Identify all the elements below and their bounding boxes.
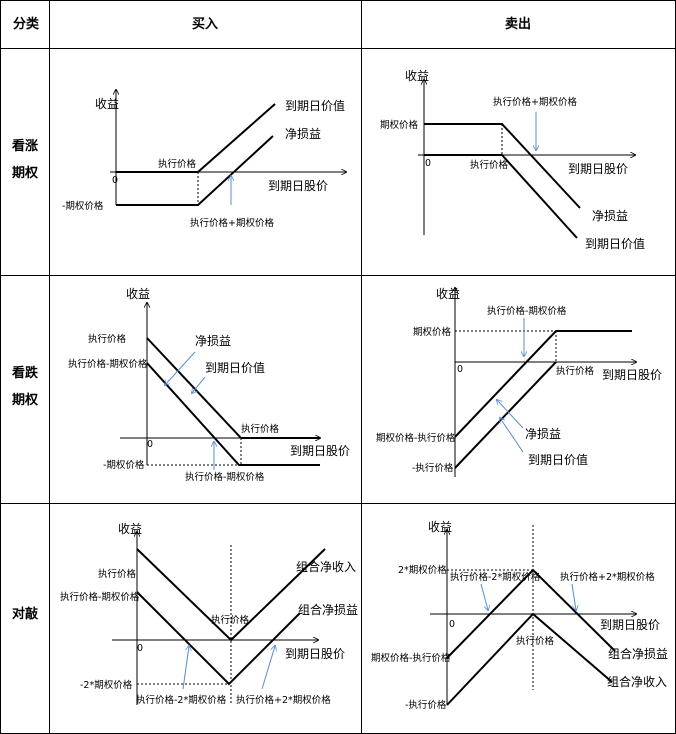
strike-minus-premium-label: 执行价格-期权价格 — [60, 591, 140, 603]
x-axis-label: 到期日股价 — [290, 444, 350, 458]
premium-minus-strike-label: 期权价格-执行价格 — [376, 432, 456, 444]
row-label-call-2: 期权 — [12, 165, 39, 181]
origin-label: 0 — [137, 643, 143, 654]
origin-label: 0 — [147, 439, 153, 450]
high-breakeven-arrow — [571, 583, 576, 610]
strike-minus-premium-label: 执行价格-期权价格 — [68, 358, 148, 370]
header-category: 分类 — [13, 16, 40, 32]
combo-pl-label: 组合净损益 — [608, 646, 668, 661]
y-axis-label: 收益 — [95, 97, 119, 111]
net-pl-label: 净损益 — [525, 427, 561, 441]
y-axis-label: 收益 — [118, 522, 142, 536]
x-axis-label: 到期日股价 — [602, 368, 662, 382]
x-axis-label: 到期日股价 — [568, 162, 628, 176]
y-axis-label: 收益 — [436, 287, 460, 301]
expiry-value-label: 到期日价值 — [205, 360, 265, 375]
combo-income-label: 组合净收入 — [607, 674, 667, 689]
premium-label: 期权价格 — [413, 326, 452, 338]
combo-income-label: 组合净收入 — [296, 559, 356, 574]
two-premium-label: 2*期权价格 — [398, 564, 447, 576]
low-breakeven-arrow — [480, 583, 488, 610]
y-axis-label: 收益 — [405, 69, 429, 83]
high-breakeven-label: 执行价格+2*期权价格 — [236, 694, 331, 706]
net-pl-line — [454, 330, 632, 438]
breakeven-label: 执行价格-期权价格 — [185, 471, 265, 483]
premium-label: 期权价格 — [380, 119, 419, 131]
expiry-value-label: 到期日价值 — [285, 98, 345, 113]
net-pl-line — [116, 135, 274, 206]
origin-label: 0 — [457, 364, 463, 375]
net-pl-label: 净损益 — [592, 209, 628, 223]
breakeven-label: 执行价格-期权价格 — [487, 305, 567, 317]
row-label-straddle: 对敲 — [12, 606, 39, 622]
strike-x-label: 执行价格 — [516, 635, 555, 647]
x-axis-label: 到期日股价 — [268, 179, 328, 193]
option-payoff-table: 分类 买入 卖出 看涨 期权 看跌 期权 对敲 收益 0 执行价格 -期权价格 … — [0, 0, 676, 734]
neg-2premium-label: -2*期权价格 — [80, 679, 133, 691]
row-label-put-1: 看跌 — [12, 365, 39, 381]
diagram-put-buy: 收益 0 执行价格 执行价格-期权价格 净损益 到期日价值 执行价格 到期日股价… — [68, 287, 350, 483]
origin-label: 0 — [425, 158, 431, 169]
diagram-straddle-buy: 收益 0 执行价格 执行价格-期权价格 组合净收入 组合净损益 执行价格 到期日… — [60, 522, 358, 706]
combo-income-line — [446, 612, 613, 706]
neg-premium-label: -期权价格 — [103, 459, 145, 471]
x-axis-label: 到期日股价 — [600, 618, 660, 632]
net-pl-arrow — [165, 351, 196, 385]
strike-label: 执行价格 — [158, 158, 197, 170]
low-breakeven-label: 执行价格-2*期权价格 — [136, 694, 227, 706]
high-breakeven-label: 执行价格+2*期权价格 — [560, 571, 655, 583]
low-breakeven-label: 执行价格-2*期权价格 — [450, 571, 541, 583]
expiry-value-arrow — [192, 376, 206, 393]
y-axis-label: 收益 — [428, 520, 452, 534]
net-pl-label: 净损益 — [195, 334, 231, 348]
low-breakeven-arrow — [182, 646, 189, 690]
strike-label: 执行价格 — [470, 159, 509, 171]
diagram-call-sell: 收益 0 期权价格 执行价格 执行价格+期权价格 到期日股价 净损益 到期日价值 — [380, 69, 645, 251]
header-sell: 卖出 — [505, 16, 531, 32]
breakeven-label: 执行价格+期权价格 — [493, 96, 577, 108]
y-axis-label: 收益 — [126, 287, 150, 301]
neg-strike-label: -执行价格 — [405, 699, 447, 711]
neg-strike-label: -执行价格 — [412, 462, 454, 474]
breakeven-label: 执行价格+期权价格 — [190, 217, 274, 229]
strike-label: 执行价格 — [88, 333, 127, 345]
x-axis-label: 到期日股价 — [285, 647, 345, 661]
diagram-call-buy: 收益 0 执行价格 -期权价格 执行价格+期权价格 到期日价值 净损益 到期日股… — [62, 90, 346, 229]
combo-pl-label: 组合净损益 — [298, 602, 358, 617]
combo-pl-line — [136, 591, 301, 686]
premium-minus-strike-label: 期权价格-执行价格 — [371, 652, 451, 664]
expiry-value-line — [146, 337, 320, 439]
origin-label: 0 — [449, 619, 455, 630]
expiry-value-label: 到期日价值 — [528, 452, 588, 467]
net-pl-arrow — [497, 400, 524, 429]
row-label-call-1: 看涨 — [12, 138, 38, 154]
neg-premium-label: -期权价格 — [62, 200, 104, 212]
diagram-put-sell: 收益 0 执行价格-期权价格 期权价格 执行价格 到期日股价 期权价格-执行价格… — [376, 287, 662, 477]
high-breakeven-arrow — [261, 646, 275, 690]
origin-label: 0 — [112, 175, 118, 186]
expiry-value-arrow — [500, 418, 524, 453]
strike-x-label: 执行价格 — [241, 423, 280, 435]
expiry-value-label: 到期日价值 — [585, 236, 645, 251]
strike-label: 执行价格 — [556, 365, 595, 377]
strike-x-label: 执行价格 — [211, 614, 250, 626]
header-buy: 买入 — [192, 17, 218, 32]
strike-label: 执行价格 — [98, 568, 137, 580]
diagram-straddle-sell: 收益 0 2*期权价格 执行价格-2*期权价格 执行价格+2*期权价格 到期日股… — [371, 520, 668, 711]
row-label-put-2: 期权 — [12, 392, 39, 408]
net-pl-label: 净损益 — [285, 127, 321, 141]
